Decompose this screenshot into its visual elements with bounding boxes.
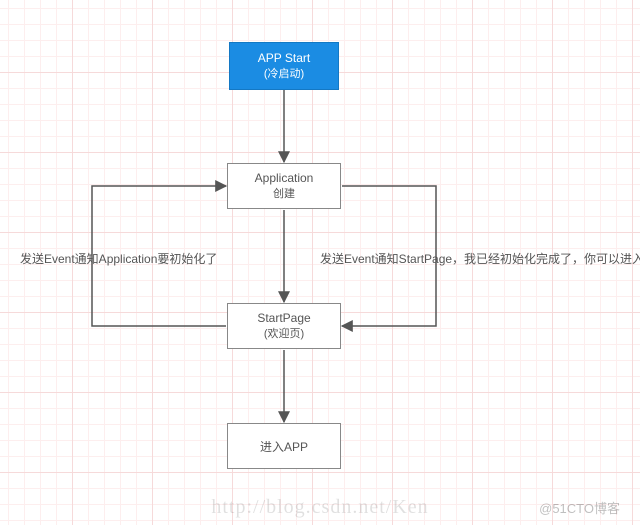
node-application-sub: 创建 <box>273 185 295 201</box>
node-app-start-sub: (冷启动) <box>264 65 304 81</box>
node-application: Application 创建 <box>227 163 341 209</box>
node-startpage-title: StartPage <box>257 311 310 325</box>
edge-label-right: 发送Event通知StartPage，我已经初始化完成了，你可以进入app了 <box>320 250 640 267</box>
node-application-title: Application <box>255 171 314 185</box>
edge-label-left: 发送Event通知Application要初始化了 <box>20 250 217 267</box>
node-app-start: APP Start (冷启动) <box>229 42 339 90</box>
node-startpage: StartPage (欢迎页) <box>227 303 341 349</box>
node-enter-app: 进入APP <box>227 423 341 469</box>
node-startpage-sub: (欢迎页) <box>264 325 304 341</box>
node-app-start-title: APP Start <box>258 51 310 65</box>
node-enter-app-title: 进入APP <box>260 438 308 455</box>
